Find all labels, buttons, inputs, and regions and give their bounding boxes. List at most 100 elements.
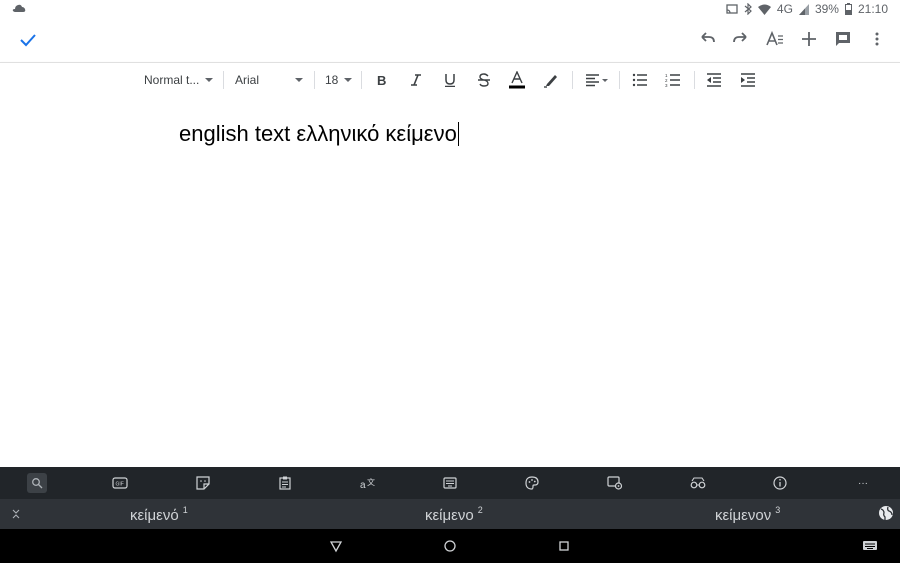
align-dropdown[interactable] [584, 70, 610, 90]
divider [619, 71, 620, 89]
gif-button[interactable]: GIF [110, 473, 130, 493]
battery-level: 39% [814, 2, 839, 16]
suggestion-word: κείμενο [425, 507, 474, 524]
recents-button[interactable] [557, 539, 571, 553]
status-bar: 4G 39% 21:10 [0, 0, 900, 18]
increase-indent-icon [741, 73, 755, 87]
suggestion-word: κείμενό [130, 507, 179, 524]
gif-icon: GIF [112, 477, 128, 489]
text-format-button[interactable] [762, 26, 788, 52]
svg-text:文: 文 [367, 477, 375, 487]
done-checkmark-button[interactable] [17, 29, 39, 51]
italic-button[interactable] [406, 70, 426, 90]
font-size-dropdown[interactable]: 18 [325, 63, 353, 97]
system-navigation-bar [0, 529, 900, 563]
numbered-list-icon: 123 [665, 73, 680, 87]
clock: 21:10 [857, 2, 888, 16]
strikethrough-button[interactable] [474, 70, 494, 90]
theme-button[interactable] [522, 473, 542, 493]
more-horiz-icon: ··· [858, 477, 868, 489]
bold-icon: B [377, 73, 386, 87]
back-button[interactable] [329, 539, 343, 553]
document-text: english text ελληνικό κείμενο [179, 121, 457, 146]
suggestion-index: 1 [182, 505, 188, 515]
comment-icon [836, 32, 850, 46]
signal-icon [798, 3, 809, 15]
keyboard-switcher-button[interactable] [862, 539, 878, 553]
keyboard-icon [863, 541, 877, 550]
text-color-button[interactable] [507, 70, 527, 90]
bulleted-list-icon [632, 73, 647, 87]
underline-icon [445, 74, 455, 87]
insert-button[interactable] [796, 26, 822, 52]
document-canvas[interactable]: english text ελληνικό κείμενο [0, 96, 900, 467]
increase-indent-button[interactable] [738, 70, 758, 90]
caret-down-icon [205, 78, 214, 82]
home-circle-icon [444, 540, 456, 552]
suggestion-1[interactable]: κείμενό 1 [130, 505, 188, 524]
more-vert-icon [875, 32, 879, 46]
text-color-icon [509, 71, 525, 89]
divider [223, 71, 224, 89]
info-button[interactable] [770, 473, 790, 493]
cast-icon [726, 3, 738, 15]
suggestion-3[interactable]: κείμενον 3 [715, 505, 780, 524]
svg-text:a: a [360, 480, 366, 490]
cloud-icon [12, 2, 26, 16]
highlighter-icon [544, 75, 557, 88]
incognito-button[interactable] [688, 473, 708, 493]
translate-icon: a文 [360, 477, 375, 490]
palette-icon [525, 476, 539, 490]
keyboard-search-button[interactable] [27, 473, 47, 493]
one-handed-mode-button[interactable] [440, 473, 460, 493]
suggestion-bar: κείμενό 1 κείμενο 2 κείμενον 3 [0, 499, 900, 529]
bluetooth-icon [744, 3, 752, 15]
document-paragraph[interactable]: english text ελληνικό κείμενο [179, 121, 459, 147]
highlight-button[interactable] [541, 70, 561, 90]
translate-button[interactable]: a文 [358, 473, 378, 493]
suggestion-index: 2 [477, 505, 483, 515]
bulleted-list-button[interactable] [630, 70, 650, 90]
collapse-chevrons-icon [12, 509, 20, 519]
clipboard-button[interactable] [275, 473, 295, 493]
decrease-indent-icon [707, 73, 721, 87]
undo-button[interactable] [694, 26, 720, 52]
suggestion-word: κείμενον [715, 507, 772, 524]
decrease-indent-button[interactable] [704, 70, 724, 90]
svg-text:B: B [377, 73, 386, 87]
divider [572, 71, 573, 89]
font-family-label: Arial [235, 73, 260, 87]
clipboard-icon [279, 476, 291, 490]
bold-button[interactable]: B [372, 70, 392, 90]
caret-down-icon [344, 78, 353, 82]
font-family-dropdown[interactable]: Arial [235, 63, 303, 97]
paragraph-style-label: Normal t... [144, 73, 200, 87]
paragraph-style-dropdown[interactable]: Normal t... [144, 63, 214, 97]
glasses-icon [690, 477, 706, 489]
numbered-list-button[interactable]: 123 [663, 70, 683, 90]
battery-icon [844, 3, 852, 15]
suggestion-2[interactable]: κείμενο 2 [425, 505, 483, 524]
globe-icon [879, 506, 893, 520]
comment-button[interactable] [830, 26, 856, 52]
divider [361, 71, 362, 89]
wifi-icon [757, 4, 771, 15]
undo-icon [701, 32, 715, 43]
redo-button[interactable] [728, 26, 754, 52]
sticker-button[interactable] [193, 473, 213, 493]
font-size-label: 18 [325, 73, 339, 87]
sticker-icon [196, 476, 210, 490]
redo-icon [733, 32, 747, 43]
language-switch-button[interactable] [878, 505, 894, 521]
home-button[interactable] [443, 539, 457, 553]
align-left-icon [586, 74, 608, 87]
network-type: 4G [776, 2, 793, 16]
keyboard-icon [443, 477, 457, 489]
search-icon [32, 478, 43, 489]
underline-button[interactable] [440, 70, 460, 90]
keyboard-settings-button[interactable] [605, 473, 625, 493]
collapse-toolbar-button[interactable] [9, 507, 23, 521]
more-options-button[interactable] [864, 26, 890, 52]
keyboard-toolbar: GIF a文 ··· [0, 467, 900, 499]
more-tools-button[interactable]: ··· [853, 473, 873, 493]
